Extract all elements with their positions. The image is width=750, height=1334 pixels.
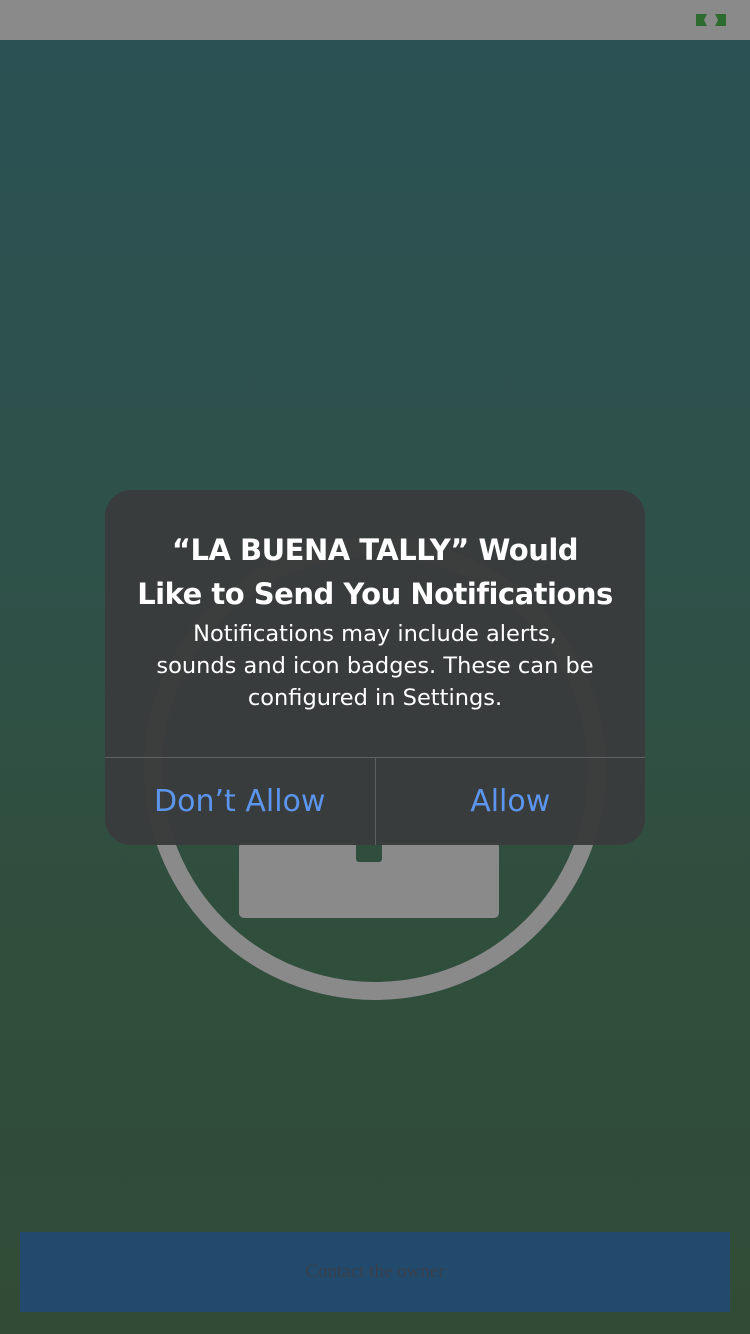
alert-title-line: “LA BUENA TALLY” Would bbox=[171, 533, 579, 567]
alert-body: “LA BUENA TALLY” Would Like to Send You … bbox=[105, 490, 645, 757]
alert-message-line: sounds and icon badges. These can be bbox=[156, 653, 594, 679]
contact-owner-button[interactable]: Contact the owner bbox=[20, 1232, 730, 1312]
notification-permission-alert: “LA BUENA TALLY” Would Like to Send You … bbox=[105, 490, 645, 845]
alert-message-line: configured in Settings. bbox=[247, 685, 503, 711]
allow-button[interactable]: Allow bbox=[376, 758, 646, 845]
alert-title: “LA BUENA TALLY” Would Like to Send You … bbox=[133, 528, 617, 616]
alert-title-line: Like to Send You Notifications bbox=[137, 577, 613, 611]
alert-actions: Don’t Allow Allow bbox=[105, 757, 645, 845]
status-bar bbox=[0, 0, 750, 40]
alert-message-line: Notifications may include alerts, bbox=[193, 621, 557, 647]
battery-icon bbox=[696, 14, 726, 26]
dont-allow-button[interactable]: Don’t Allow bbox=[105, 758, 375, 845]
alert-message: Notifications may include alerts, sounds… bbox=[133, 618, 617, 714]
